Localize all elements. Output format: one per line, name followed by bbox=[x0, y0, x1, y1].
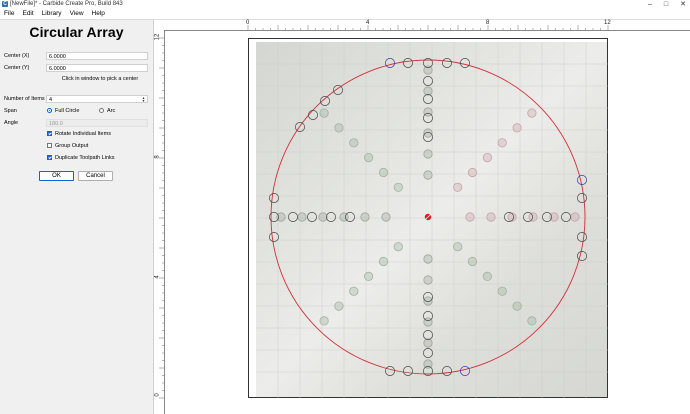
background-hole bbox=[467, 256, 478, 267]
center-marker[interactable] bbox=[424, 213, 432, 221]
background-hole bbox=[453, 242, 463, 252]
background-hole bbox=[528, 212, 538, 222]
background-hole bbox=[334, 123, 344, 133]
background-hole bbox=[497, 286, 507, 296]
background-hole bbox=[549, 212, 559, 222]
hole bbox=[442, 366, 452, 376]
background-hole bbox=[512, 123, 522, 133]
hole bbox=[326, 212, 336, 222]
selected-hole bbox=[577, 175, 587, 185]
background-hole bbox=[378, 256, 389, 267]
ruler-ticks bbox=[159, 25, 609, 399]
background-hole bbox=[334, 301, 344, 311]
background-hole bbox=[423, 128, 433, 138]
background-hole bbox=[482, 271, 492, 281]
background-hole bbox=[423, 317, 433, 327]
background-hole bbox=[423, 254, 433, 264]
background-hole bbox=[423, 296, 433, 306]
hole bbox=[288, 212, 298, 222]
background-hole bbox=[423, 359, 433, 369]
hole bbox=[269, 193, 279, 203]
background-hole bbox=[276, 212, 286, 222]
background-hole bbox=[339, 212, 349, 222]
background-hole bbox=[423, 275, 433, 285]
background-hole bbox=[465, 212, 475, 222]
hole bbox=[561, 212, 571, 222]
hole bbox=[333, 85, 343, 95]
hole bbox=[308, 110, 318, 120]
background-hole bbox=[486, 212, 496, 222]
selected-hole bbox=[385, 58, 395, 68]
background-hole bbox=[423, 149, 433, 159]
background-hole bbox=[393, 182, 403, 192]
selected-hole bbox=[460, 366, 470, 376]
background-hole bbox=[512, 301, 522, 311]
background-hole bbox=[423, 338, 433, 348]
hole bbox=[423, 76, 433, 86]
background-hole bbox=[482, 153, 492, 163]
background-hole bbox=[319, 316, 329, 326]
background-hole bbox=[378, 167, 389, 178]
background-hole bbox=[349, 286, 359, 296]
background-hole bbox=[527, 108, 537, 118]
background-hole bbox=[423, 170, 433, 180]
background-hole bbox=[318, 212, 328, 222]
drawing-overlay bbox=[159, 25, 609, 399]
hole bbox=[577, 232, 587, 242]
hole bbox=[423, 330, 433, 340]
hole bbox=[577, 251, 587, 261]
background-hole bbox=[467, 167, 478, 178]
hole bbox=[423, 348, 433, 358]
hole bbox=[577, 193, 587, 203]
background-hole bbox=[297, 212, 307, 222]
background-hole bbox=[319, 108, 329, 118]
background-hole bbox=[423, 65, 433, 75]
hole bbox=[385, 366, 395, 376]
background-hole bbox=[381, 212, 391, 222]
background-hole bbox=[423, 107, 433, 117]
hole bbox=[269, 232, 279, 242]
hole bbox=[442, 58, 452, 68]
hole bbox=[307, 212, 317, 222]
background-hole bbox=[527, 316, 537, 326]
background-hole bbox=[570, 212, 580, 222]
background-hole bbox=[497, 138, 507, 148]
background-hole bbox=[423, 86, 433, 96]
background-hole bbox=[363, 271, 374, 281]
background-hole bbox=[453, 182, 463, 192]
background-hole bbox=[507, 212, 517, 222]
background-hole bbox=[363, 153, 374, 163]
background-hole bbox=[349, 138, 359, 148]
background-hole bbox=[393, 242, 403, 252]
hole bbox=[460, 58, 470, 68]
hole bbox=[403, 58, 413, 68]
background-hole bbox=[360, 212, 370, 222]
hole bbox=[423, 94, 433, 104]
hole bbox=[403, 366, 413, 376]
